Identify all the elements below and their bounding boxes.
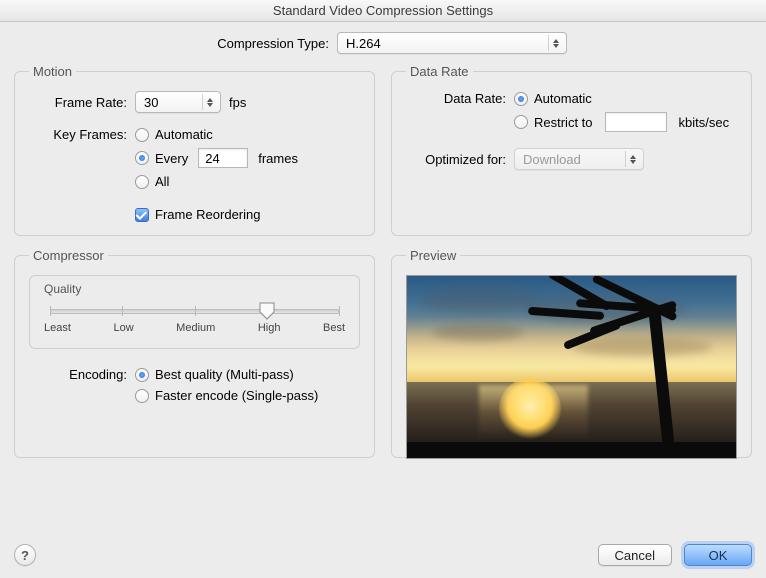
data-rate-restrict-input[interactable]	[605, 112, 667, 132]
key-frames-all-label: All	[155, 174, 169, 189]
data-rate-automatic-label: Automatic	[534, 91, 592, 106]
quality-group: Quality Least Low	[29, 275, 360, 349]
optimized-for-label: Optimized for:	[406, 152, 506, 167]
quality-slider[interactable]: Least Low Medium High Best	[44, 298, 345, 340]
compression-type-label: Compression Type:	[199, 36, 329, 51]
compression-type-value: H.264	[346, 36, 381, 51]
frame-rate-select[interactable]: 30	[135, 91, 221, 113]
window-title: Standard Video Compression Settings	[0, 0, 766, 22]
optimized-for-value: Download	[523, 152, 581, 167]
radio-icon	[135, 368, 149, 382]
preview-image	[406, 275, 737, 459]
frame-rate-value: 30	[144, 95, 158, 110]
chevron-updown-icon	[548, 35, 562, 51]
compression-type-select[interactable]: H.264	[337, 32, 567, 54]
key-frames-automatic-label: Automatic	[155, 127, 213, 142]
key-frames-every-radio[interactable]: Every frames	[135, 148, 298, 168]
encoding-fast-label: Faster encode (Single-pass)	[155, 388, 318, 403]
slider-labels: Least Low Medium High Best	[44, 322, 345, 334]
preview-legend: Preview	[406, 248, 460, 263]
key-frames-label: Key Frames:	[29, 127, 127, 142]
motion-legend: Motion	[29, 64, 76, 79]
encoding-best-radio[interactable]: Best quality (Multi-pass)	[135, 367, 318, 382]
key-frames-automatic-radio[interactable]: Automatic	[135, 127, 298, 142]
help-button[interactable]: ?	[14, 544, 36, 566]
quality-legend: Quality	[44, 282, 345, 296]
frame-rate-label: Frame Rate:	[29, 95, 127, 110]
frame-rate-unit: fps	[229, 95, 246, 110]
encoding-fast-radio[interactable]: Faster encode (Single-pass)	[135, 388, 318, 403]
checkbox-icon	[135, 208, 149, 222]
data-rate-legend: Data Rate	[406, 64, 473, 79]
chevron-updown-icon	[202, 94, 216, 110]
encoding-label: Encoding:	[29, 367, 127, 382]
chevron-updown-icon	[625, 151, 639, 167]
radio-icon	[135, 151, 149, 165]
cancel-button[interactable]: Cancel	[598, 544, 672, 566]
frame-reordering-label: Frame Reordering	[155, 207, 261, 222]
frame-reordering-checkbox[interactable]: Frame Reordering	[135, 207, 298, 222]
radio-icon	[135, 175, 149, 189]
data-rate-restrict-radio[interactable]: Restrict to kbits/sec	[514, 112, 729, 132]
key-frames-all-radio[interactable]: All	[135, 174, 298, 189]
encoding-best-label: Best quality (Multi-pass)	[155, 367, 294, 382]
data-rate-restrict-label: Restrict to	[534, 115, 593, 130]
radio-icon	[514, 115, 528, 129]
data-rate-restrict-unit: kbits/sec	[679, 115, 730, 130]
optimized-for-select[interactable]: Download	[514, 148, 644, 170]
key-frames-every-input[interactable]	[198, 148, 248, 168]
radio-icon	[514, 92, 528, 106]
compressor-legend: Compressor	[29, 248, 108, 263]
data-rate-automatic-radio[interactable]: Automatic	[514, 91, 729, 106]
key-frames-every-label: Every	[155, 151, 188, 166]
ok-button[interactable]: OK	[684, 544, 752, 566]
key-frames-every-unit: frames	[258, 151, 298, 166]
data-rate-label: Data Rate:	[406, 91, 506, 106]
radio-icon	[135, 128, 149, 142]
radio-icon	[135, 389, 149, 403]
